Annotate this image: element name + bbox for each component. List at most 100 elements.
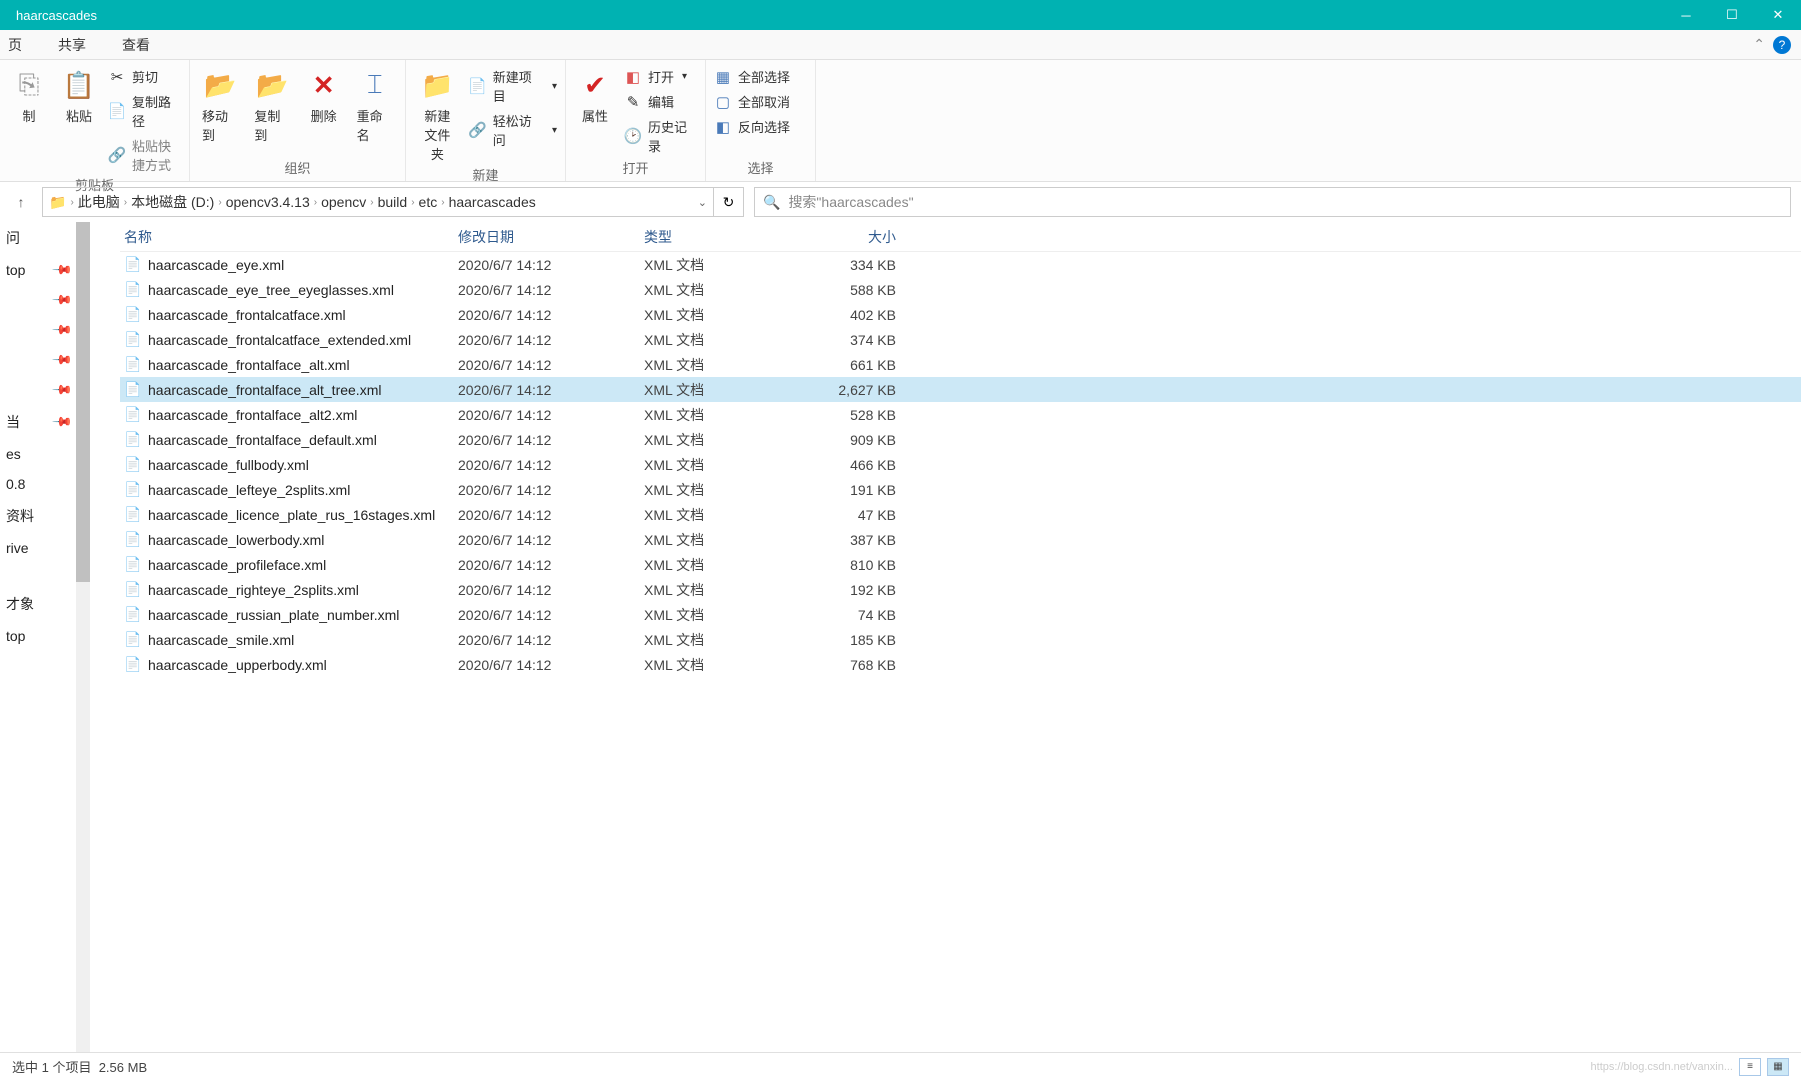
new-group-label: 新建 — [406, 165, 565, 188]
copy-to-button[interactable]: 📂 复制到 — [250, 66, 294, 146]
file-size: 466 KB — [804, 457, 904, 473]
xml-file-icon: 📄 — [124, 506, 142, 524]
select-none-icon: ▢ — [714, 93, 732, 111]
paste-shortcut-button[interactable]: 🔗粘贴快捷方式 — [108, 135, 181, 175]
file-type: XML 文档 — [644, 430, 804, 450]
file-date: 2020/6/7 14:12 — [458, 282, 644, 298]
help-icon[interactable]: ? — [1773, 36, 1791, 54]
collapse-ribbon-icon[interactable]: ⌃ — [1753, 36, 1765, 53]
new-item-icon: 📄 — [469, 77, 487, 95]
file-date: 2020/6/7 14:12 — [458, 432, 644, 448]
file-row[interactable]: 📄haarcascade_lowerbody.xml2020/6/7 14:12… — [120, 527, 1801, 552]
paste-icon: 📋 — [62, 68, 96, 102]
file-name: haarcascade_fullbody.xml — [148, 457, 309, 473]
invert-selection-button[interactable]: ◧反向选择 — [714, 116, 790, 137]
file-type: XML 文档 — [644, 305, 804, 325]
file-date: 2020/6/7 14:12 — [458, 332, 644, 348]
file-size: 2,627 KB — [804, 382, 904, 398]
xml-file-icon: 📄 — [124, 456, 142, 474]
file-name: haarcascade_frontalcatface.xml — [148, 307, 346, 323]
breadcrumb-root[interactable]: 此电脑 — [78, 192, 120, 212]
file-row[interactable]: 📄haarcascade_frontalface_alt_tree.xml202… — [120, 377, 1801, 402]
view-details-button[interactable]: ≡ — [1739, 1058, 1761, 1076]
minimize-button[interactable]: ─ — [1663, 0, 1709, 30]
file-row[interactable]: 📄haarcascade_frontalface_alt.xml2020/6/7… — [120, 352, 1801, 377]
paste-button[interactable]: 📋 粘贴 — [58, 66, 100, 127]
breadcrumb-p2[interactable]: opencv — [321, 194, 366, 210]
refresh-button[interactable]: ↻ — [714, 187, 744, 217]
status-selection: 选中 1 个项目 — [12, 1060, 91, 1075]
file-type: XML 文档 — [644, 355, 804, 375]
address-row: ↑ 📁 › 此电脑 › 本地磁盘 (D:) › opencv3.4.13 › o… — [0, 182, 1801, 222]
file-row[interactable]: 📄haarcascade_frontalcatface.xml2020/6/7 … — [120, 302, 1801, 327]
column-type[interactable]: 类型 — [644, 227, 804, 247]
open-button[interactable]: ◧打开▾ — [624, 66, 697, 87]
history-icon: 🕑 — [624, 127, 642, 145]
rename-button[interactable]: ⌶ 重命名 — [353, 66, 397, 146]
new-item-button[interactable]: 📄新建项目▾ — [469, 66, 557, 106]
nav-pane: 问 top📌 📌 📌 📌 📌 当📌 es 0.8 资料 rive 才象 top — [0, 222, 90, 1052]
file-row[interactable]: 📄haarcascade_lefteye_2splits.xml2020/6/7… — [120, 477, 1801, 502]
tab-home[interactable]: 页 — [0, 35, 30, 55]
search-input[interactable]: 🔍 搜索"haarcascades" — [754, 187, 1791, 217]
column-name[interactable]: 名称 — [120, 227, 458, 247]
breadcrumb-p3[interactable]: build — [378, 194, 408, 210]
file-size: 661 KB — [804, 357, 904, 373]
address-bar[interactable]: 📁 › 此电脑 › 本地磁盘 (D:) › opencv3.4.13 › ope… — [42, 187, 714, 217]
tab-view[interactable]: 查看 — [114, 35, 158, 55]
breadcrumb-drive[interactable]: 本地磁盘 (D:) — [131, 192, 214, 212]
file-row[interactable]: 📄haarcascade_righteye_2splits.xml2020/6/… — [120, 577, 1801, 602]
organize-group-label: 组织 — [190, 158, 405, 181]
delete-button[interactable]: ✕ 删除 — [303, 66, 345, 127]
content-area: 问 top📌 📌 📌 📌 📌 当📌 es 0.8 资料 rive 才象 top … — [0, 222, 1801, 1052]
file-row[interactable]: 📄haarcascade_profileface.xml2020/6/7 14:… — [120, 552, 1801, 577]
file-row[interactable]: 📄haarcascade_smile.xml2020/6/7 14:12XML … — [120, 627, 1801, 652]
window-controls: ─ ☐ ✕ — [1663, 0, 1801, 30]
file-date: 2020/6/7 14:12 — [458, 657, 644, 673]
file-row[interactable]: 📄haarcascade_frontalface_default.xml2020… — [120, 427, 1801, 452]
breadcrumb-p5[interactable]: haarcascades — [449, 194, 536, 210]
column-size[interactable]: 大小 — [804, 227, 904, 247]
file-row[interactable]: 📄haarcascade_upperbody.xml2020/6/7 14:12… — [120, 652, 1801, 677]
file-type: XML 文档 — [644, 280, 804, 300]
edit-button[interactable]: ✎编辑 — [624, 91, 697, 112]
move-to-button[interactable]: 📂 移动到 — [198, 66, 242, 146]
file-size: 192 KB — [804, 582, 904, 598]
file-name: haarcascade_licence_plate_rus_16stages.x… — [148, 507, 435, 523]
select-all-button[interactable]: ▦全部选择 — [714, 66, 790, 87]
copy-path-button[interactable]: 📄复制路径 — [108, 91, 181, 131]
view-icons-button[interactable]: ▦ — [1767, 1058, 1789, 1076]
file-date: 2020/6/7 14:12 — [458, 557, 644, 573]
file-size: 810 KB — [804, 557, 904, 573]
file-row[interactable]: 📄haarcascade_frontalface_alt2.xml2020/6/… — [120, 402, 1801, 427]
move-icon: 📂 — [203, 68, 237, 102]
file-row[interactable]: 📄 haarcascade_licence_plate_rus_16stages.… — [120, 502, 1801, 527]
copy-button[interactable]: ⎘ 制 — [8, 66, 50, 127]
file-row[interactable]: 📄haarcascade_frontalcatface_extended.xml… — [120, 327, 1801, 352]
properties-button[interactable]: ✔ 属性 — [574, 66, 616, 127]
file-row[interactable]: 📄haarcascade_eye_tree_eyeglasses.xml2020… — [120, 277, 1801, 302]
history-button[interactable]: 🕑历史记录 — [624, 116, 697, 156]
nav-up-button[interactable]: ↑ — [10, 194, 32, 210]
file-row[interactable]: 📄haarcascade_eye.xml2020/6/7 14:12XML 文档… — [120, 252, 1801, 277]
breadcrumb-p1[interactable]: opencv3.4.13 — [226, 194, 310, 210]
cut-button[interactable]: ✂剪切 — [108, 66, 181, 87]
file-name: haarcascade_frontalface_default.xml — [148, 432, 377, 448]
easy-access-button[interactable]: 🔗轻松访问▾ — [469, 110, 557, 150]
xml-file-icon: 📄 — [124, 306, 142, 324]
tab-share[interactable]: 共享 — [50, 35, 94, 55]
column-date[interactable]: 修改日期 — [458, 227, 644, 247]
title-bar: haarcascades ─ ☐ ✕ — [0, 0, 1801, 30]
file-size: 191 KB — [804, 482, 904, 498]
file-row[interactable]: 📄haarcascade_russian_plate_number.xml202… — [120, 602, 1801, 627]
close-button[interactable]: ✕ — [1755, 0, 1801, 30]
select-none-button[interactable]: ▢全部取消 — [714, 91, 790, 112]
new-folder-button[interactable]: 📁 新建 文件夹 — [414, 66, 461, 165]
file-date: 2020/6/7 14:12 — [458, 632, 644, 648]
maximize-button[interactable]: ☐ — [1709, 0, 1755, 30]
chevron-down-icon[interactable]: ⌄ — [698, 196, 707, 209]
ribbon: ⎘ 制 📋 粘贴 ✂剪切 📄复制路径 🔗粘贴快捷方式 剪贴板 📂 移动到 📂 — [0, 60, 1801, 182]
nav-scroll-thumb[interactable] — [76, 222, 90, 582]
file-row[interactable]: 📄haarcascade_fullbody.xml2020/6/7 14:12X… — [120, 452, 1801, 477]
breadcrumb-p4[interactable]: etc — [419, 194, 438, 210]
